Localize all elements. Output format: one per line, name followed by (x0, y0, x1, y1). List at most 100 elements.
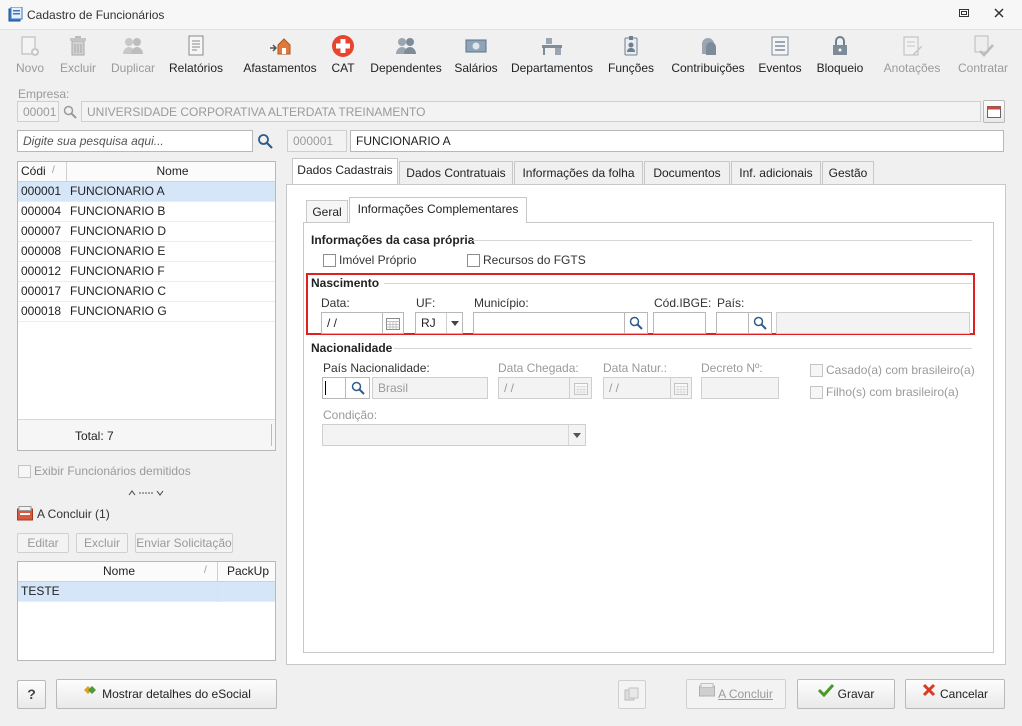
delete-button[interactable]: Excluir (58, 32, 98, 80)
uf-dropdown-button[interactable] (446, 313, 462, 333)
data-natur-calendar-button[interactable] (671, 377, 692, 399)
salaries-button[interactable]: Salários (452, 32, 500, 80)
filho-brasileiro-label: Filho(s) com brasileiro(a) (826, 385, 959, 399)
data-natur-field[interactable]: / / (603, 377, 671, 399)
search-input[interactable]: Digite sua pesquisa aqui... (17, 130, 253, 152)
search-icon (629, 316, 643, 330)
birth-date-calendar-button[interactable] (383, 312, 404, 334)
list-item[interactable]: TESTE (18, 582, 275, 602)
footer-divider (271, 424, 272, 446)
show-dismissed-checkbox[interactable] (18, 465, 31, 478)
casado-brasileiro-checkbox[interactable] (810, 364, 823, 377)
hire-button[interactable]: Contratar (952, 32, 1014, 80)
copy-button[interactable] (618, 680, 646, 709)
help-button[interactable]: ? (17, 680, 46, 709)
table-row[interactable]: 000017 FUNCIONARIO C (18, 282, 275, 302)
tab-inf-adicionais[interactable]: Inf. adicionais (731, 161, 821, 185)
restore-window-button[interactable] (955, 6, 973, 24)
tab-geral[interactable]: Geral (306, 200, 348, 224)
table-row[interactable]: 000001 FUNCIONARIO A (18, 182, 275, 202)
tab-informacoes-complementares[interactable]: Informações Complementares (349, 197, 527, 223)
concluir-button[interactable]: A Concluir (686, 679, 786, 709)
dependents-button[interactable]: Dependentes (368, 32, 444, 80)
decreto-label: Decreto Nº: (701, 361, 763, 375)
close-window-button[interactable] (990, 6, 1008, 24)
data-chegada-field[interactable]: / / (498, 377, 570, 399)
close-icon (922, 679, 936, 707)
notes-button[interactable]: Anotações (880, 32, 944, 80)
pais-nacionalidade-search-button[interactable] (346, 377, 370, 399)
recursos-fgts-checkbox[interactable] (467, 254, 480, 267)
contributions-button[interactable]: Contribuições (666, 32, 750, 80)
pais-search-button[interactable] (749, 312, 772, 334)
tab-gestao[interactable]: Gestão (822, 161, 874, 185)
table-row[interactable]: 000007 FUNCIONARIO D (18, 222, 275, 242)
imovel-proprio-checkbox[interactable] (323, 254, 336, 267)
departments-button[interactable]: Departamentos (510, 32, 594, 80)
row-name: FUNCIONARIO E (70, 244, 166, 258)
condicao-select[interactable] (322, 424, 586, 446)
table-row[interactable]: 000012 FUNCIONARIO F (18, 262, 275, 282)
table-row[interactable]: 000004 FUNCIONARIO B (18, 202, 275, 222)
leaves-button[interactable]: Afastamentos (238, 32, 322, 80)
events-label: Eventos (758, 61, 802, 75)
esocial-details-button[interactable]: Mostrar detalhes do eSocial (56, 679, 277, 709)
section-divider (472, 240, 972, 241)
pais-label: País: (717, 296, 745, 310)
cat-button[interactable]: CAT (328, 32, 358, 80)
employee-name-field[interactable]: FUNCIONARIO A (350, 130, 1004, 152)
delete-pending-button[interactable]: Excluir (76, 533, 128, 553)
text-caret (325, 381, 326, 395)
splitter-handle[interactable] (128, 489, 164, 499)
save-button[interactable]: Gravar (797, 679, 895, 709)
row-code: 000017 (21, 284, 62, 298)
column-code[interactable]: Códi (18, 162, 66, 181)
table-row[interactable]: 000008 FUNCIONARIO E (18, 242, 275, 262)
send-request-button[interactable]: Enviar Solicitação (135, 533, 233, 553)
restore-icon (959, 9, 969, 17)
empresa-search-button[interactable] (60, 101, 80, 122)
empresa-code-field[interactable]: 00001 (17, 101, 59, 122)
column-nome[interactable]: Nome (18, 562, 217, 581)
copy-icon (624, 687, 639, 701)
tab-informacoes-folha[interactable]: Informações da folha (514, 161, 643, 185)
decreto-field[interactable] (701, 377, 779, 399)
pending-name: TESTE (21, 584, 60, 598)
municipio-field[interactable] (473, 312, 625, 334)
condicao-dropdown-button[interactable] (568, 425, 585, 445)
concluir-label: A Concluir (718, 687, 773, 701)
table-row[interactable]: 000018 FUNCIONARIO G (18, 302, 275, 322)
edit-pending-button[interactable]: Editar (17, 533, 69, 553)
desk-icon (542, 38, 562, 55)
new-button[interactable]: Novo (8, 32, 52, 80)
calendar-icon (987, 106, 1001, 118)
casa-propria-title: Informações da casa própria (311, 233, 475, 247)
pais-nacionalidade-code-field[interactable] (322, 377, 346, 399)
events-button[interactable]: Eventos (756, 32, 804, 80)
data-chegada-calendar-button[interactable] (570, 377, 592, 399)
column-name[interactable]: Nome (67, 162, 275, 181)
pais-code-field[interactable] (716, 312, 749, 334)
empresa-calendar-button[interactable] (983, 100, 1005, 123)
lock-button[interactable]: Bloqueio (812, 32, 868, 80)
municipio-search-button[interactable] (625, 312, 648, 334)
reports-button[interactable]: Relatórios (166, 32, 226, 80)
employee-code-field: 000001 (287, 130, 347, 152)
column-packup[interactable]: PackUp (218, 562, 275, 581)
tab-dados-contratuais[interactable]: Dados Contratuais (399, 161, 513, 185)
search-button[interactable] (254, 130, 276, 152)
tab-documentos[interactable]: Documentos (644, 161, 730, 185)
functions-button[interactable]: Funções (606, 32, 656, 80)
cod-ibge-field[interactable] (653, 312, 706, 334)
departments-label: Departamentos (510, 61, 594, 75)
inbox-icon (699, 679, 716, 707)
duplicate-button[interactable]: Duplicar (106, 32, 160, 80)
tab-dados-cadastrais[interactable]: Dados Cadastrais (292, 158, 398, 184)
birth-date-field[interactable]: / / (321, 312, 383, 334)
pais-name-field (776, 312, 970, 334)
cancel-label: Cancelar (939, 687, 989, 701)
filho-brasileiro-checkbox[interactable] (810, 386, 823, 399)
trash-icon (70, 36, 86, 56)
hire-label: Contratar (957, 61, 1009, 75)
cancel-button[interactable]: Cancelar (905, 679, 1005, 709)
